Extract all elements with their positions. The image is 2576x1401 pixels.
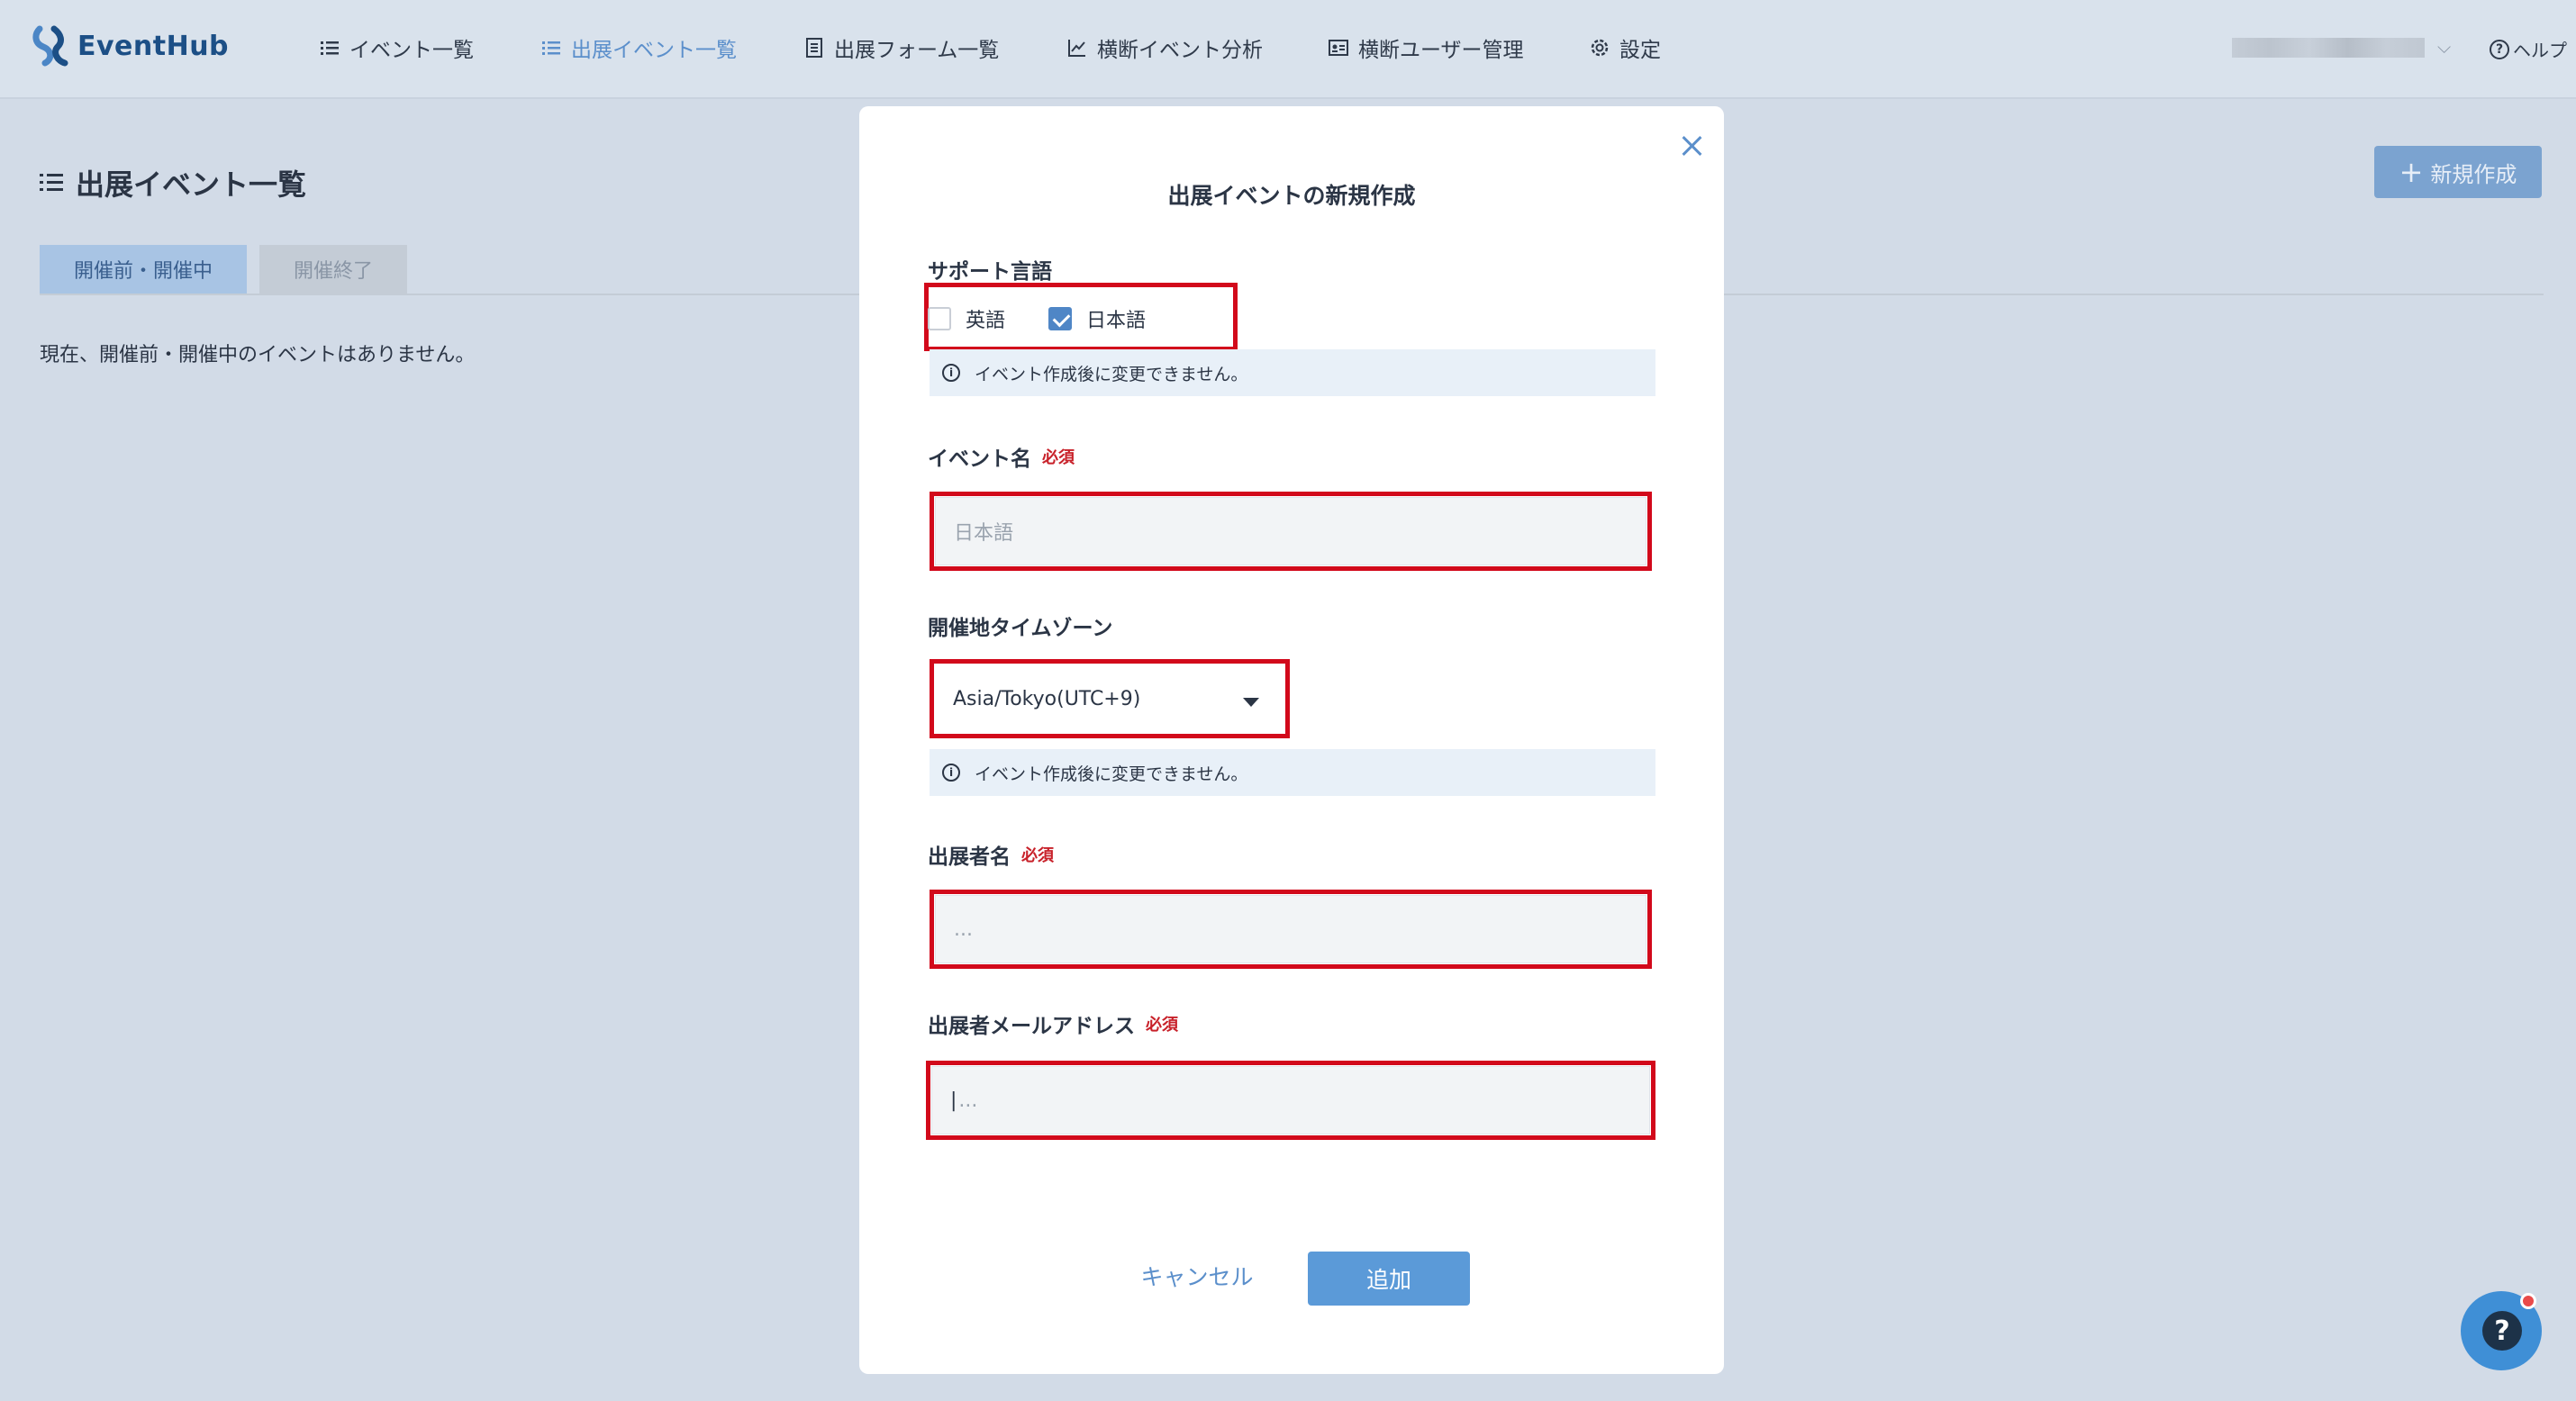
timezone-note: i イベント作成後に変更できません。: [930, 749, 1655, 796]
user-account-menu[interactable]: [2232, 38, 2425, 58]
text-cursor: |: [950, 1089, 957, 1112]
gear-icon: [1589, 37, 1610, 59]
app-name: EventHub: [77, 30, 230, 62]
nav-item-user-management[interactable]: 横断ユーザー管理: [1328, 32, 1524, 63]
close-icon[interactable]: [1675, 130, 1708, 162]
support-language-label-text: サポート言語: [928, 260, 1052, 284]
status-tabs: 開催前・開催中 開催終了: [40, 245, 420, 294]
exhibitor-name-input[interactable]: ...: [935, 895, 1646, 963]
eventhub-logo-icon: [32, 25, 70, 67]
nav-item-label: 横断ユーザー管理: [1358, 39, 1524, 62]
help-label: ヘルプ: [2513, 40, 2567, 61]
chat-support-button[interactable]: ?: [2461, 1291, 2542, 1370]
support-language-label: サポート言語: [928, 254, 1052, 285]
timezone-value: Asia/Tokyo(UTC+9): [953, 687, 1141, 710]
required-badge: 必須: [1021, 846, 1054, 865]
required-badge: 必須: [1146, 1016, 1178, 1035]
form-icon: [803, 37, 825, 59]
exhibitor-email-label-text: 出展者メールアドレス: [928, 1015, 1135, 1038]
exhibitor-name-label: 出展者名 必須: [928, 839, 1054, 870]
nav-item-events[interactable]: イベント一覧: [319, 32, 474, 63]
japanese-checkbox[interactable]: [1048, 307, 1073, 330]
new-create-label: 新規作成: [2430, 161, 2517, 187]
support-language-note: i イベント作成後に変更できません。: [930, 349, 1655, 396]
required-badge: 必須: [1042, 448, 1075, 467]
info-icon: i: [942, 764, 960, 782]
nav-item-label: 出展イベント一覧: [571, 39, 737, 62]
exhibitor-email-placeholder: ...: [958, 1089, 978, 1112]
top-navigation: EventHub イベント一覧 出展イベント一覧 出展フォーム一覧 横断イベント…: [0, 0, 2576, 99]
modal-title: 出展イベントの新規作成: [1167, 183, 1416, 209]
nav-item-analytics[interactable]: 横断イベント分析: [1066, 32, 1263, 63]
exhibitor-name-label-text: 出展者名: [928, 845, 1011, 869]
timezone-label: 開催地タイムゾーン: [928, 610, 1112, 641]
page-title: 出展イベント一覧: [40, 162, 306, 203]
list-icon: [540, 37, 562, 59]
event-name-label-text: イベント名: [928, 447, 1031, 471]
timezone-label-text: 開催地タイムゾーン: [928, 617, 1113, 640]
nav-item-exhibit-events[interactable]: 出展イベント一覧: [540, 32, 737, 63]
timezone-select[interactable]: Asia/Tokyo(UTC+9): [935, 664, 1284, 733]
list-icon: [319, 37, 340, 59]
english-checkbox[interactable]: [928, 307, 951, 330]
info-icon: i: [942, 364, 960, 382]
chart-icon: [1066, 37, 1088, 59]
create-exhibit-event-modal: 出展イベントの新規作成 サポート言語 英語 日本語 i イベント作成後に変更でき…: [859, 106, 1724, 1374]
add-button[interactable]: 追加: [1308, 1252, 1470, 1306]
notification-dot: [2520, 1293, 2536, 1309]
id-card-icon: [1328, 37, 1349, 59]
nav-item-exhibit-forms[interactable]: 出展フォーム一覧: [803, 32, 999, 63]
question-icon: ?: [2482, 1311, 2522, 1351]
help-link[interactable]: ? ヘルプ: [2490, 36, 2567, 62]
help-icon: ?: [2490, 39, 2509, 59]
event-name-label: イベント名 必須: [928, 441, 1075, 472]
nav-item-label: 出展フォーム一覧: [834, 39, 1000, 62]
nav-item-label: 設定: [1619, 39, 1661, 62]
japanese-label: 日本語: [1086, 310, 1147, 332]
empty-message: 現在、開催前・開催中のイベントはありません。: [40, 344, 476, 366]
chevron-down-icon[interactable]: ⌵: [2437, 36, 2451, 58]
note-text: イベント作成後に変更できません。: [975, 764, 1248, 784]
nav-item-settings[interactable]: 設定: [1589, 32, 1661, 63]
tab-upcoming-ongoing[interactable]: 開催前・開催中: [40, 245, 248, 294]
tab-ended[interactable]: 開催終了: [259, 245, 408, 294]
page-title-text: 出展イベント一覧: [76, 167, 307, 202]
plus-icon: +: [2399, 155, 2424, 189]
english-label: 英語: [966, 310, 1006, 332]
exhibitor-email-input[interactable]: | ...: [931, 1066, 1650, 1134]
cancel-button[interactable]: キャンセル: [1129, 1250, 1265, 1302]
logo[interactable]: EventHub: [32, 25, 229, 67]
list-icon: [40, 173, 63, 193]
caret-down-icon: [1243, 698, 1259, 707]
event-name-input[interactable]: 日本語: [935, 497, 1646, 565]
exhibitor-email-label: 出展者メールアドレス 必須: [928, 1008, 1178, 1039]
nav-item-label: イベント一覧: [349, 39, 474, 62]
support-language-options: 英語 日本語: [928, 304, 1146, 333]
nav-item-label: 横断イベント分析: [1097, 39, 1263, 62]
new-create-button[interactable]: + 新規作成: [2374, 146, 2542, 198]
note-text: イベント作成後に変更できません。: [975, 364, 1248, 384]
